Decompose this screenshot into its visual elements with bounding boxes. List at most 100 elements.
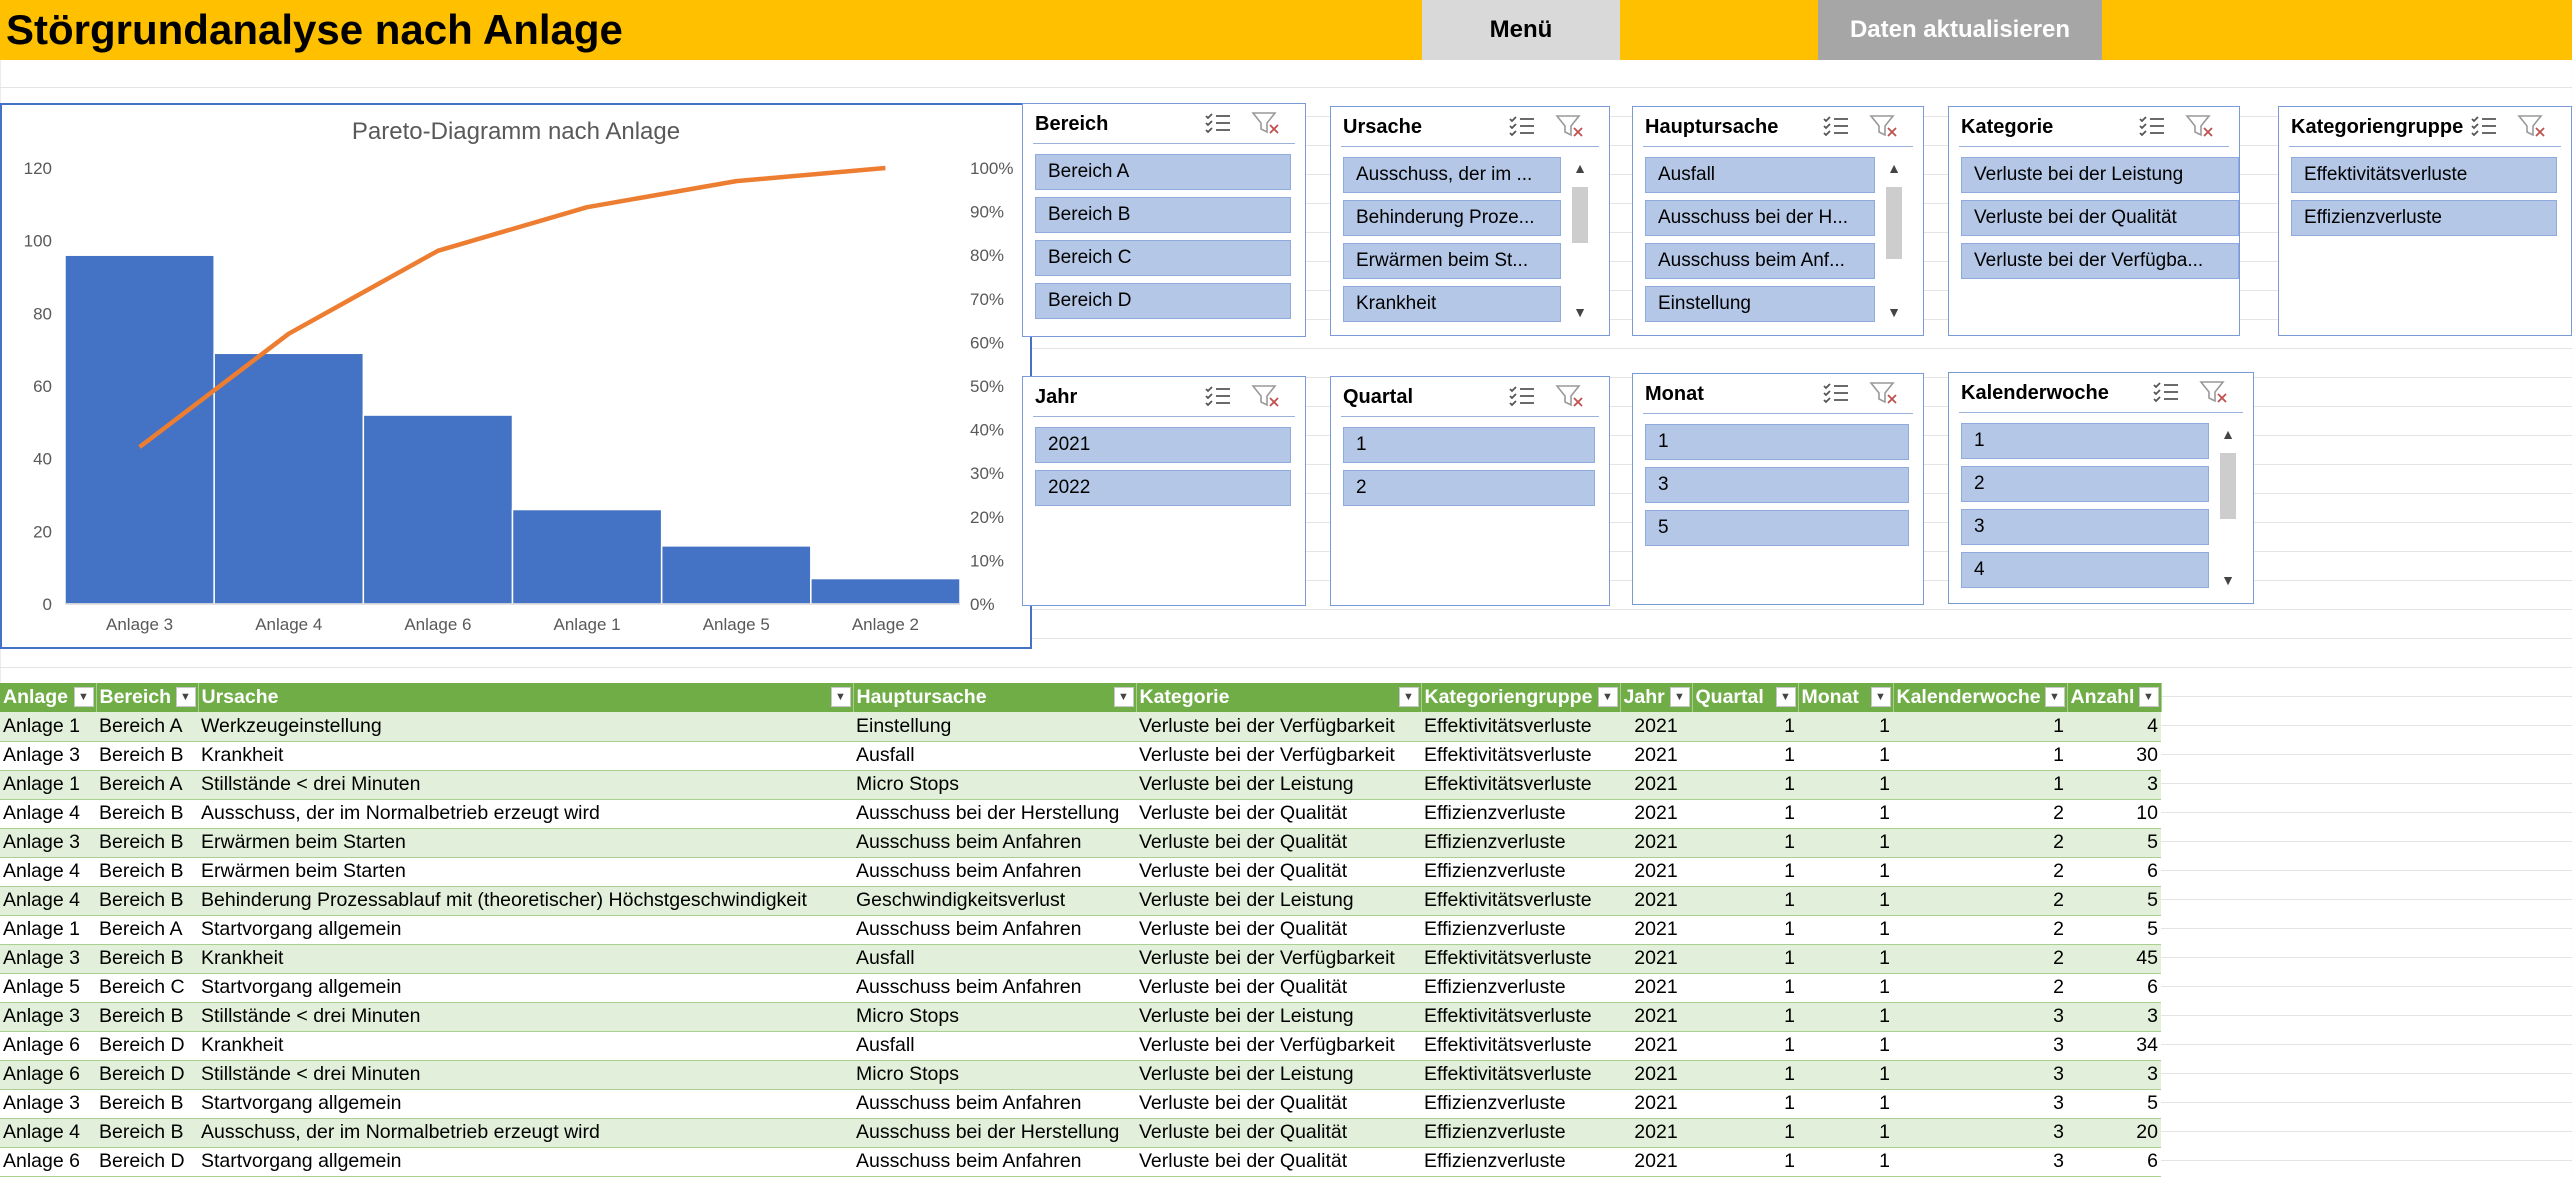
multi-select-icon[interactable] <box>1507 383 1537 409</box>
table-cell[interactable]: 2021 <box>1620 886 1692 916</box>
slicer-item[interactable]: 4 <box>1961 552 2209 588</box>
table-cell[interactable]: Verluste bei der Leistung <box>1136 1060 1421 1090</box>
table-cell[interactable]: Bereich B <box>96 1118 198 1148</box>
table-cell[interactable]: 1 <box>1798 1060 1893 1090</box>
filter-dropdown-icon[interactable]: ▼ <box>2044 687 2065 707</box>
table-cell[interactable]: Verluste bei der Verfügbarkeit <box>1136 741 1421 771</box>
slicer-item[interactable]: 1 <box>1961 423 2209 459</box>
table-cell[interactable]: 1 <box>1798 857 1893 887</box>
table-cell[interactable]: Effektivitätsverluste <box>1421 1060 1620 1090</box>
clear-filter-icon[interactable] <box>1251 110 1281 136</box>
table-cell[interactable]: 2021 <box>1620 1089 1692 1119</box>
clear-filter-icon[interactable] <box>1869 113 1899 139</box>
multi-select-icon[interactable] <box>2151 379 2181 405</box>
table-cell[interactable]: Anlage 6 <box>0 1060 96 1090</box>
table-cell[interactable]: 1 <box>1692 1147 1798 1177</box>
table-cell[interactable]: Anlage 1 <box>0 712 96 742</box>
table-cell[interactable]: Bereich A <box>96 915 198 945</box>
multi-select-icon[interactable] <box>1203 383 1233 409</box>
table-cell[interactable]: 5 <box>2067 886 2161 916</box>
table-cell[interactable]: 1 <box>1798 1147 1893 1177</box>
table-cell[interactable]: Startvorgang allgemein <box>198 973 853 1003</box>
slicer-item[interactable]: 2 <box>1343 470 1595 506</box>
table-cell[interactable]: Anlage 4 <box>0 857 96 887</box>
multi-select-icon[interactable] <box>2469 113 2499 139</box>
bar[interactable] <box>362 414 514 605</box>
table-cell[interactable]: 2 <box>1893 915 2067 945</box>
table-cell[interactable]: Anlage 6 <box>0 1147 96 1177</box>
bar[interactable] <box>660 545 812 605</box>
table-cell[interactable]: 1 <box>1692 741 1798 771</box>
table-cell[interactable]: 3 <box>1893 1089 2067 1119</box>
table-cell[interactable]: 2021 <box>1620 799 1692 829</box>
table-cell[interactable]: Bereich D <box>96 1031 198 1061</box>
table-cell[interactable]: Startvorgang allgemein <box>198 915 853 945</box>
table-cell[interactable]: Bereich D <box>96 1060 198 1090</box>
table-cell[interactable]: 1 <box>1798 886 1893 916</box>
table-cell[interactable]: 1 <box>1692 1118 1798 1148</box>
table-cell[interactable]: Effizienzverluste <box>1421 973 1620 1003</box>
table-cell[interactable]: Effektivitätsverluste <box>1421 1031 1620 1061</box>
slicer-kategoriengruppe[interactable]: Kategoriengruppe Effektivitätsverluste Ef… <box>2278 106 2572 336</box>
scroll-down-icon[interactable]: ▼ <box>2217 571 2239 589</box>
column-header[interactable]: Kategoriengruppe ▼ <box>1421 683 1621 712</box>
clear-filter-icon[interactable] <box>2517 113 2547 139</box>
table-cell[interactable]: Verluste bei der Verfügbarkeit <box>1136 944 1421 974</box>
table-cell[interactable]: 2021 <box>1620 915 1692 945</box>
table-cell[interactable]: Verluste bei der Qualität <box>1136 828 1421 858</box>
scroll-thumb[interactable] <box>1886 187 1902 259</box>
slicer-item[interactable]: Bereich D <box>1035 283 1291 319</box>
bar[interactable] <box>511 508 663 605</box>
filter-dropdown-icon[interactable]: ▼ <box>73 687 94 707</box>
table-cell[interactable]: 3 <box>2067 1060 2161 1090</box>
slicer-item[interactable]: 1 <box>1645 424 1909 460</box>
table-cell[interactable]: 1 <box>1893 712 2067 742</box>
table-cell[interactable]: Ausschuss bei der Herstellung <box>853 799 1136 829</box>
bar[interactable] <box>64 254 215 605</box>
table-cell[interactable]: 34 <box>2067 1031 2161 1061</box>
filter-dropdown-icon[interactable]: ▼ <box>1113 687 1134 707</box>
table-cell[interactable]: 1 <box>1798 973 1893 1003</box>
table-cell[interactable]: Effektivitätsverluste <box>1421 741 1620 771</box>
slicer-item[interactable]: Krankheit <box>1343 286 1561 322</box>
table-cell[interactable]: 6 <box>2067 973 2161 1003</box>
table-cell[interactable]: 1 <box>1692 886 1798 916</box>
table-cell[interactable]: 1 <box>1798 1118 1893 1148</box>
table-cell[interactable]: 1 <box>1798 944 1893 974</box>
table-cell[interactable]: Anlage 3 <box>0 741 96 771</box>
slicer-ursache[interactable]: Ursache Ausschuss, der im ... Behinderung… <box>1330 106 1610 336</box>
multi-select-icon[interactable] <box>1203 110 1233 136</box>
table-cell[interactable]: 5 <box>2067 1089 2161 1119</box>
table-cell[interactable]: 1 <box>1692 770 1798 800</box>
table-cell[interactable]: Effizienzverluste <box>1421 828 1620 858</box>
table-cell[interactable]: 20 <box>2067 1118 2161 1148</box>
column-header[interactable]: Monat ▼ <box>1798 683 1894 712</box>
slicer-item[interactable]: 2021 <box>1035 427 1291 463</box>
table-cell[interactable]: 5 <box>2067 915 2161 945</box>
column-header[interactable]: Anzahl ▼ <box>2067 683 2162 712</box>
column-header[interactable]: Anlage ▼ <box>0 683 97 712</box>
table-cell[interactable]: Effektivitätsverluste <box>1421 886 1620 916</box>
table-cell[interactable]: 3 <box>1893 1031 2067 1061</box>
table-cell[interactable]: Anlage 3 <box>0 1089 96 1119</box>
table-cell[interactable]: Ausschuss beim Anfahren <box>853 1147 1136 1177</box>
scroll-up-icon[interactable]: ▲ <box>1569 159 1591 177</box>
clear-filter-icon[interactable] <box>1555 113 1585 139</box>
table-cell[interactable]: 2021 <box>1620 1060 1692 1090</box>
table-cell[interactable]: Anlage 4 <box>0 799 96 829</box>
table-cell[interactable]: 2 <box>1893 828 2067 858</box>
table-cell[interactable]: 5 <box>2067 828 2161 858</box>
table-cell[interactable]: Bereich A <box>96 770 198 800</box>
table-cell[interactable]: Ausfall <box>853 1031 1136 1061</box>
table-cell[interactable]: Anlage 3 <box>0 828 96 858</box>
filter-dropdown-icon[interactable]: ▼ <box>1597 687 1618 707</box>
table-cell[interactable]: Ausschuss beim Anfahren <box>853 1089 1136 1119</box>
slicer-item[interactable]: Effektivitätsverluste <box>2291 157 2557 193</box>
slicer-item[interactable]: Ausschuss beim Anf... <box>1645 243 1875 279</box>
table-cell[interactable]: Bereich B <box>96 1089 198 1119</box>
slicer-item[interactable]: Erwärmen beim St... <box>1343 243 1561 279</box>
table-cell[interactable]: Ausschuss beim Anfahren <box>853 915 1136 945</box>
table-cell[interactable]: 1 <box>1798 712 1893 742</box>
table-cell[interactable]: 1 <box>1893 770 2067 800</box>
table-cell[interactable]: Bereich B <box>96 799 198 829</box>
